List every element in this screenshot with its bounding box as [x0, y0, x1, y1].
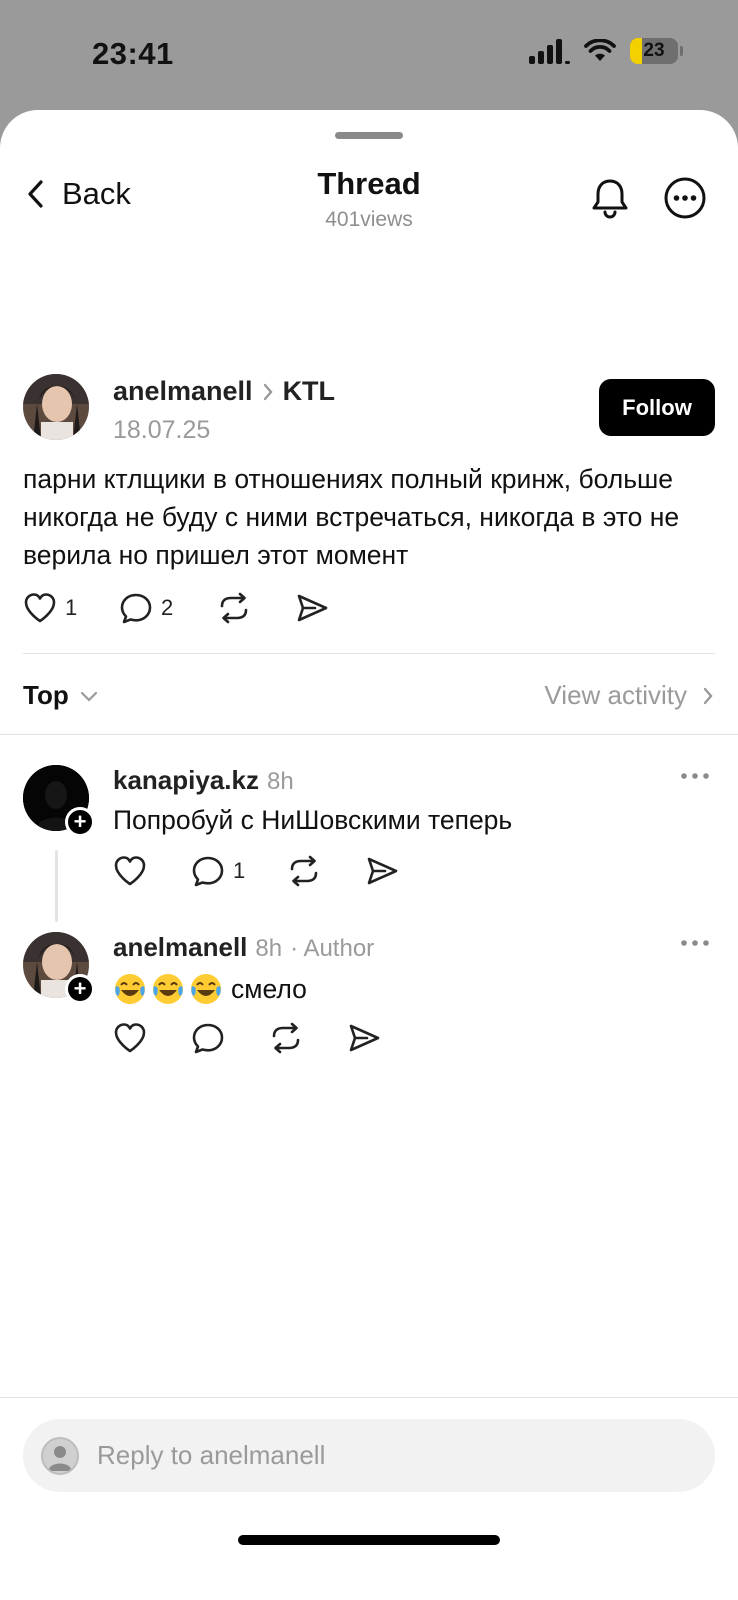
reply-username[interactable]: anelmanell [113, 932, 247, 963]
repost-button[interactable] [217, 592, 295, 624]
sort-label: Top [23, 680, 69, 710]
more-circle-icon [664, 177, 706, 219]
reply-actions [113, 1022, 381, 1054]
author-tag: · Author [290, 935, 375, 962]
thread-sheet: Back Thread 401views anelmanell KTL 18.0… [0, 110, 738, 1600]
notifications-button[interactable] [588, 176, 632, 225]
status-time: 23:41 [92, 36, 174, 71]
repost-icon [220, 592, 248, 624]
comment-icon [120, 593, 152, 624]
bell-icon [592, 179, 628, 219]
comment-count: 1 [233, 858, 246, 883]
repost-button[interactable] [269, 1022, 347, 1054]
battery-level: 23 [643, 40, 665, 61]
status-icons: 23 [529, 38, 683, 64]
comment-button[interactable] [191, 1022, 269, 1054]
reply-actions: 1 [113, 855, 399, 887]
post-actions: 1 2 [23, 592, 329, 624]
comment-icon [192, 856, 224, 887]
divider [0, 1397, 738, 1398]
post-community[interactable]: KTL [283, 376, 335, 407]
post-date: 18.07.25 [113, 416, 211, 444]
reply-text: Попробуй с НиШовскими теперь [113, 805, 512, 836]
reply-text: смело [113, 972, 307, 1006]
reply-time: 8h [255, 935, 283, 962]
nav-bar: Back Thread 401views [0, 160, 738, 240]
reply-username[interactable]: kanapiya.kz [113, 765, 259, 796]
view-activity-link[interactable]: View activity [544, 680, 715, 711]
heart-icon [114, 1023, 146, 1053]
reply-header: kanapiya.kz 8h [113, 765, 294, 796]
like-button[interactable]: 1 [23, 592, 119, 624]
avatar[interactable] [23, 374, 89, 440]
repost-button[interactable] [287, 855, 365, 887]
sheet-grabber[interactable] [335, 132, 403, 139]
follow-plus-icon[interactable]: + [65, 807, 95, 837]
share-icon [349, 1024, 380, 1052]
heart-icon [114, 856, 146, 886]
divider [23, 653, 715, 654]
reply-text-content: смело [231, 973, 307, 1004]
comment-button[interactable]: 1 [191, 855, 287, 887]
user-placeholder-avatar-icon [41, 1436, 79, 1475]
share-icon [367, 857, 398, 885]
share-button[interactable] [295, 592, 329, 624]
post-text: парни ктлщики в отношениях полный кринж,… [23, 464, 680, 570]
share-button[interactable] [365, 855, 399, 887]
share-icon [297, 594, 328, 622]
post-username[interactable]: anelmanell [113, 376, 253, 407]
repost-icon [290, 855, 318, 887]
more-options-button[interactable] [663, 176, 707, 225]
battery-icon: 23 [630, 38, 683, 64]
thread-connector-line [55, 850, 58, 922]
home-indicator [238, 1535, 500, 1545]
like-count: 1 [65, 595, 78, 620]
like-button[interactable] [113, 855, 191, 887]
reply-time: 8h [266, 768, 294, 795]
sort-dropdown[interactable]: Top [23, 680, 99, 711]
reply-text-content: Попробуй с НиШовскими теперь [113, 805, 513, 835]
cellular-signal-icon [529, 38, 570, 64]
follow-button[interactable]: Follow [599, 379, 715, 436]
follow-plus-icon[interactable]: + [65, 974, 95, 1004]
reply-composer[interactable]: Reply to anelmanell [23, 1419, 715, 1492]
more-horizontal-icon [681, 940, 709, 946]
post-author-line: anelmanell KTL [113, 376, 335, 407]
sort-row: Top View activity [23, 680, 715, 720]
reply-header: anelmanell 8h · Author [113, 932, 374, 963]
view-activity-label: View activity [544, 680, 687, 710]
chevron-right-icon [703, 687, 713, 704]
heart-icon [24, 593, 56, 623]
laughing-emoji-icon [113, 972, 223, 1006]
reply-more-button[interactable] [680, 769, 710, 787]
reply-more-button[interactable] [680, 936, 710, 954]
comment-icon [192, 1023, 224, 1054]
comment-count: 2 [161, 595, 174, 620]
chevron-down-icon [80, 691, 97, 702]
share-button[interactable] [347, 1022, 381, 1054]
divider [0, 734, 738, 735]
repost-icon [272, 1022, 300, 1054]
like-button[interactable] [113, 1022, 191, 1054]
chevron-right-icon [261, 381, 275, 403]
more-horizontal-icon [681, 773, 709, 779]
comment-button[interactable]: 2 [119, 592, 217, 624]
reply-input-placeholder: Reply to anelmanell [97, 1440, 326, 1470]
profile-photo-icon [23, 374, 89, 440]
status-bar: 23:41 23 [0, 0, 738, 110]
wifi-icon [584, 39, 616, 61]
avatar[interactable]: + [23, 932, 95, 1004]
avatar[interactable]: + [23, 765, 95, 837]
